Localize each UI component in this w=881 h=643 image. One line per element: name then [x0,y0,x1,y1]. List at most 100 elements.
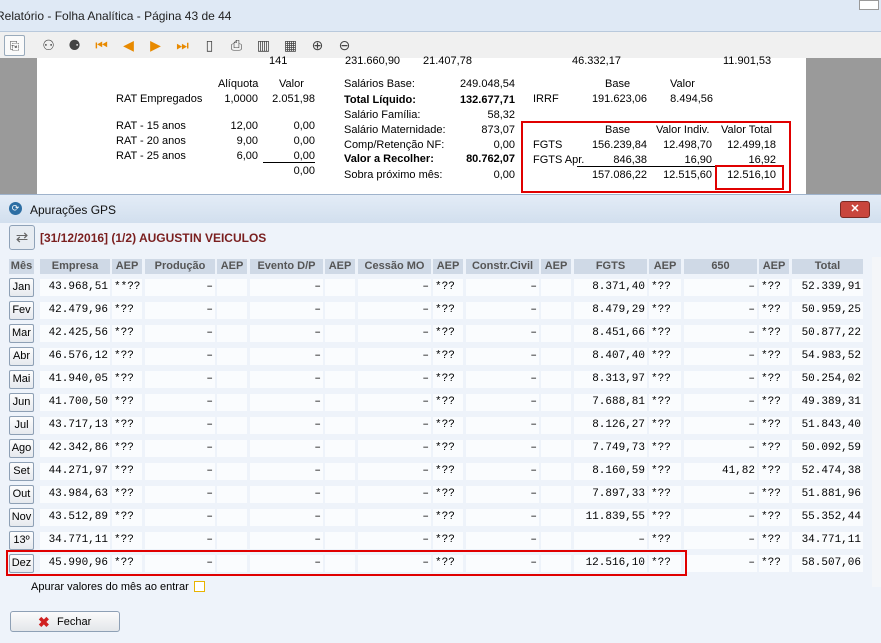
cell-aep1: *?? [112,463,142,480]
cell-cessao: – [358,371,431,388]
cell-aep3 [325,463,355,480]
cell-cessao: – [358,532,431,549]
rat-label: RAT - 15 anos [116,120,186,132]
cell-constr: – [466,371,539,388]
rat-valor: 2.051,98 [272,93,315,105]
month-button[interactable]: Nov [9,508,34,527]
prev-page-icon[interactable]: ◀ [118,35,139,56]
cell-aep1: **?? [112,279,142,296]
close-icon[interactable]: ✕ [840,201,870,218]
cell-aep4: *?? [433,486,463,503]
cell-aep6: *?? [649,486,681,503]
cell-empresa: 34.771,11 [40,532,110,549]
cell-aep3 [325,417,355,434]
columns-icon[interactable]: ▥ [253,35,274,56]
salario-label: Salário Maternidade: [344,124,446,136]
cell-aep2 [217,325,247,342]
cell-evento: – [250,417,323,434]
cell-v650: – [684,486,757,503]
cell-aep3 [325,486,355,503]
cell-evento: – [250,371,323,388]
binoculars-dark-icon[interactable]: ⚈ [64,35,85,56]
swap-arrows-icon[interactable]: ⇄ [9,225,35,250]
cell-aep4: *?? [433,279,463,296]
zoom-out-icon[interactable]: ⊖ [334,35,355,56]
cell-aep6: *?? [649,440,681,457]
binoculars-icon[interactable]: ⚇ [38,35,59,56]
cell-aep3 [325,302,355,319]
cell-v650: 41,82 [684,463,757,480]
page-setup-icon[interactable]: ▯ [199,35,220,56]
table-row: Ago 42.342,86 *?? – – – *?? –7.749,73 *?? – *?? 50.… [0,437,881,460]
col-header: Total [792,259,863,274]
cell-aep4: *?? [433,348,463,365]
cell-total: 51.881,96 [792,486,863,503]
cell-total: 50.092,59 [792,440,863,457]
col-header: AEP [112,259,142,274]
dialog-titlebar: ⟳ Apurações GPS [0,195,881,223]
cell-v650: – [684,348,757,365]
cell-empresa: 43.512,89 [40,509,110,526]
month-button[interactable]: Fev [9,301,34,320]
window-control[interactable] [859,0,879,10]
cell-fgts: 8.371,40 [574,279,647,296]
month-button[interactable]: Jan [9,278,34,297]
cell-constr: – [466,440,539,457]
last-page-icon[interactable]: ⏭ [172,35,193,56]
salario-value: 132.677,71 [459,94,515,106]
cell-evento: – [250,279,323,296]
col-header: AEP [541,259,571,274]
col-header: AEP [433,259,463,274]
next-page-icon[interactable]: ▶ [145,35,166,56]
cell-aep7: *?? [759,325,789,342]
month-button[interactable]: Ago [9,439,34,458]
export-icon[interactable]: ⎘ [4,35,25,56]
cell-v650: – [684,509,757,526]
report-cell: 141 [269,55,288,67]
cell-cessao: – [358,348,431,365]
cell-cessao: – [358,417,431,434]
month-button[interactable]: Mar [9,324,34,343]
vertical-scrollbar[interactable] [872,257,881,587]
salario-value: 249.048,54 [459,78,515,90]
dialog-title: Apurações GPS [30,203,117,217]
cell-prod: – [145,509,215,526]
cell-empresa: 43.968,51 [40,279,110,296]
cell-v650: – [684,279,757,296]
fechar-button[interactable]: ✖ Fechar [10,611,120,632]
rat-aliquota: 1,0000 [224,93,258,105]
cell-aep6: *?? [649,325,681,342]
month-button[interactable]: Abr [9,347,34,366]
rat-label: RAT - 20 anos [116,135,186,147]
cell-aep1: *?? [112,509,142,526]
zoom-in-icon[interactable]: ⊕ [307,35,328,56]
month-button[interactable]: 13º [9,531,34,550]
rat-aliquota: 6,00 [236,150,258,162]
salario-label: Valor a Recolher: [344,153,434,165]
col-header: AEP [759,259,789,274]
report-cell: 11.901,53 [723,55,772,67]
irrf-base: 191.623,06 [591,93,647,105]
rat-valor-header: Valor [279,78,304,90]
month-button[interactable]: Jul [9,416,34,435]
cell-aep7: *?? [759,417,789,434]
cell-constr: – [466,348,539,365]
month-button[interactable]: Mai [9,370,34,389]
apurar-checkbox[interactable] [194,581,205,592]
cell-prod: – [145,325,215,342]
cell-evento: – [250,348,323,365]
cell-empresa: 42.425,56 [40,325,110,342]
month-button[interactable]: Set [9,462,34,481]
cell-empresa: 42.342,86 [40,440,110,457]
first-page-icon[interactable]: ⏮ [91,35,112,56]
print-icon[interactable]: ⎙ [226,35,247,56]
cell-cessao: – [358,463,431,480]
col-header: Constr.Civil [466,259,539,274]
cell-fgts: – [574,532,647,549]
month-button[interactable]: Out [9,485,34,504]
cell-aep2 [217,509,247,526]
cell-aep6: *?? [649,279,681,296]
month-button[interactable]: Jun [9,393,34,412]
cell-total: 50.877,22 [792,325,863,342]
layout-icon[interactable]: ▦ [280,35,301,56]
